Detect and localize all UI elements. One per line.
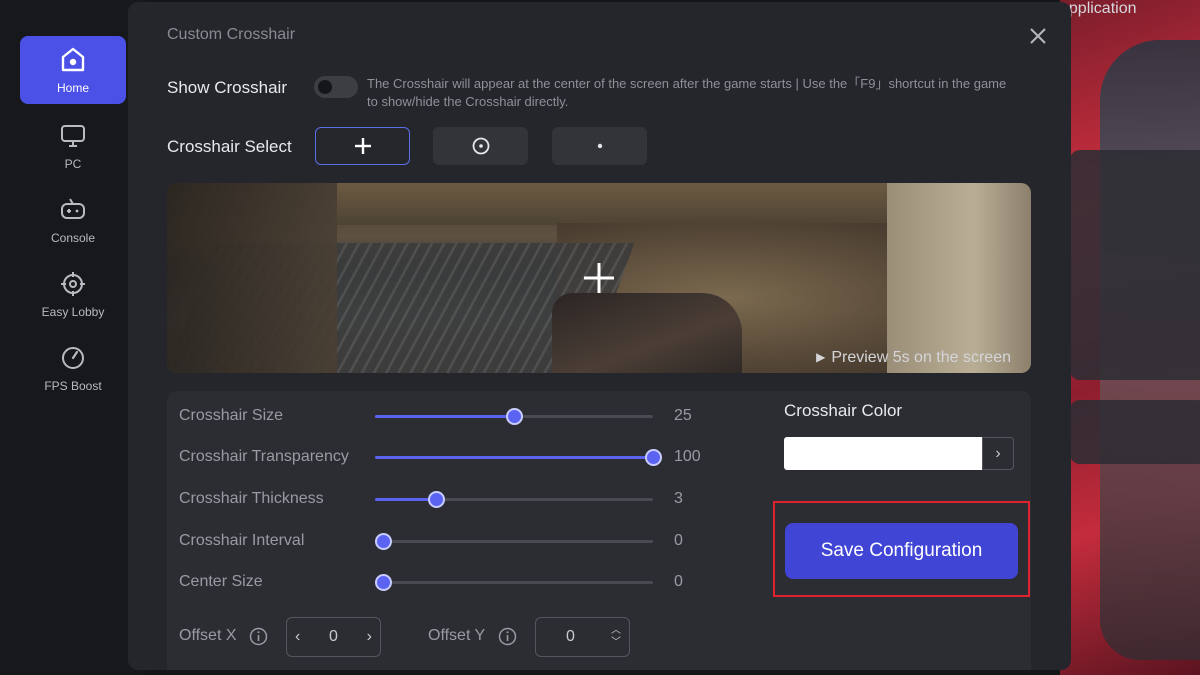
offset-y-label: Offset Y	[428, 627, 486, 644]
crosshair-preview-icon	[584, 263, 614, 293]
center-size-slider[interactable]	[375, 572, 653, 592]
close-button[interactable]	[1026, 24, 1050, 48]
offset-x-label: Offset X	[179, 627, 237, 644]
slider-label: Center Size	[179, 573, 263, 590]
crosshair-option-dot[interactable]	[552, 127, 647, 165]
sidebar-item-fps-boost[interactable]: FPS Boost	[20, 334, 126, 402]
crosshair-size-slider[interactable]	[375, 406, 653, 426]
slider-thumb[interactable]	[375, 533, 393, 550]
gauge-icon	[62, 347, 84, 369]
crosshair-option-plus[interactable]	[315, 127, 410, 165]
crosshair-interval-slider[interactable]	[375, 531, 653, 551]
increment-button[interactable]: ›	[367, 628, 372, 646]
info-icon[interactable]	[498, 627, 517, 646]
preview-scene	[887, 183, 1031, 373]
info-icon[interactable]	[249, 627, 268, 646]
preview-weapon	[552, 293, 742, 373]
crosshair-color-label: Crosshair Color	[784, 401, 903, 420]
background-card	[1070, 150, 1200, 380]
crosshair-option-circle-dot[interactable]	[433, 127, 528, 165]
save-configuration-button[interactable]: Save Configuration	[785, 523, 1018, 579]
sidebar-item-console[interactable]: Console	[20, 186, 126, 254]
slider-value: 3	[674, 490, 683, 507]
sidebar-item-pc[interactable]: PC	[20, 112, 126, 180]
crosshair-preview-image: ▶ Preview 5s on the screen	[167, 183, 1031, 373]
slider-fill	[375, 498, 437, 501]
crosshair-select-label: Crosshair Select	[167, 137, 292, 156]
slider-track	[375, 581, 653, 584]
sidebar-item-label: Home	[56, 81, 89, 95]
background-card	[1070, 400, 1200, 464]
slider-track	[375, 540, 653, 543]
offset-x-value[interactable]: 0	[329, 628, 338, 646]
crosshair-transparency-slider[interactable]	[375, 447, 662, 467]
sidebar-item-label: Console	[50, 231, 96, 245]
background-app-text: application	[1060, 0, 1137, 17]
slider-fill	[375, 415, 514, 418]
offset-x-stepper[interactable]: ‹ 0 ›	[286, 617, 381, 657]
slider-fill	[375, 456, 653, 459]
close-icon	[1030, 28, 1046, 44]
preview-scene	[167, 183, 337, 373]
chevron-up-icon[interactable]: ︿	[611, 625, 621, 637]
up-down-arrows[interactable]: ︿ ﹀	[611, 625, 621, 649]
slider-thumb[interactable]	[506, 408, 523, 425]
monitor-icon	[61, 125, 85, 147]
plus-icon	[354, 138, 371, 154]
slider-value: 0	[674, 532, 683, 549]
sidebar-item-easy-lobby[interactable]: Easy Lobby	[20, 260, 126, 328]
chevron-down-icon[interactable]: ﹀	[611, 637, 621, 649]
chevron-right-icon: ›	[995, 444, 1001, 462]
play-icon: ▶	[816, 350, 826, 364]
slider-thumb[interactable]	[428, 491, 446, 508]
crosshair-color-swatch[interactable]	[784, 437, 982, 470]
gamepad-icon	[61, 198, 85, 219]
show-crosshair-label: Show Crosshair	[167, 78, 287, 97]
sidebar-item-label: FPS Boost	[44, 379, 102, 393]
preview-link-label: Preview 5s on the screen	[831, 349, 1011, 366]
crosshair-thickness-slider[interactable]	[375, 489, 653, 509]
slider-label: Crosshair Interval	[179, 532, 305, 549]
home-icon	[61, 47, 85, 72]
offset-y-stepper[interactable]: 0 ︿ ﹀	[535, 617, 630, 657]
show-crosshair-toggle[interactable]	[314, 76, 358, 98]
circle-dot-icon	[472, 137, 489, 155]
slider-value: 0	[674, 573, 683, 590]
slider-label: Crosshair Thickness	[179, 490, 324, 507]
dialog-title: Custom Crosshair	[167, 26, 296, 43]
sidebar: Home PC Console Easy Lobby FPS Boost	[0, 0, 145, 675]
preview-scene	[337, 183, 897, 225]
slider-label: Crosshair Transparency	[179, 448, 349, 465]
slider-value: 100	[674, 448, 701, 465]
offset-y-value[interactable]: 0	[566, 628, 575, 646]
toggle-knob	[318, 80, 332, 94]
color-picker-button[interactable]: ›	[982, 437, 1014, 470]
slider-thumb[interactable]	[645, 449, 662, 466]
sidebar-item-label: Easy Lobby	[41, 305, 105, 319]
slider-thumb[interactable]	[375, 574, 393, 591]
show-crosshair-hint: The Crosshair will appear at the center …	[367, 76, 1007, 109]
target-icon	[61, 272, 85, 296]
decrement-button[interactable]: ‹	[295, 628, 300, 646]
sidebar-item-home[interactable]: Home	[20, 36, 126, 104]
sidebar-item-label: PC	[64, 157, 82, 171]
slider-label: Crosshair Size	[179, 407, 284, 424]
slider-value: 25	[674, 407, 692, 424]
dot-icon	[597, 143, 602, 149]
background-artwork	[1060, 0, 1200, 675]
preview-on-screen-button[interactable]: ▶ Preview 5s on the screen	[816, 349, 1011, 367]
